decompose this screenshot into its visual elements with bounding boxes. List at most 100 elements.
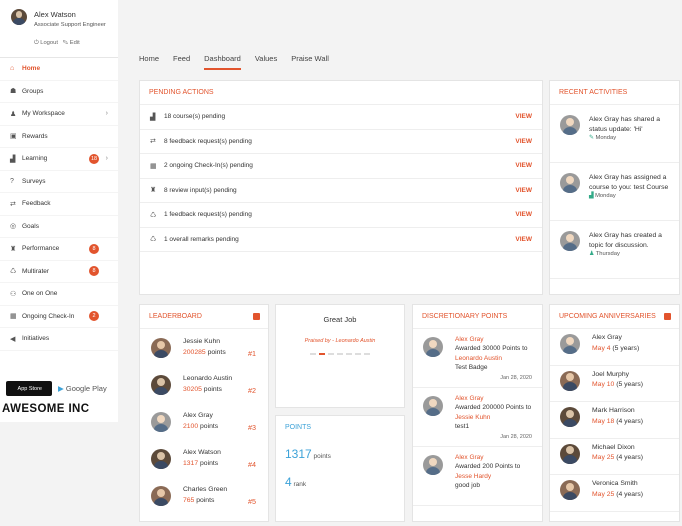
- activity-body: Alex Gray has shared a status update: 'H…: [589, 115, 671, 162]
- sidebar-item-groups[interactable]: ☗ Groups: [0, 81, 118, 103]
- anniversaries-list: Alex Gray May 4 (5 years) Joel Murphy May 1…: [550, 329, 679, 512]
- company-logo: AWESOME INC: [2, 403, 90, 415]
- anniversary-item: Veronica Smith May 25 (4 years): [550, 475, 679, 512]
- pending-action-text: 8 review input(s) pending: [164, 186, 237, 194]
- carousel-dot[interactable]: [310, 353, 316, 355]
- avatar[interactable]: [560, 231, 580, 251]
- anniversary-date-line: May 10 (5 years): [592, 380, 679, 391]
- google-play-button[interactable]: ▶ Google Play: [58, 384, 107, 393]
- pending-actions-title: PENDING ACTIONS: [140, 81, 542, 105]
- logout-link[interactable]: Logout: [40, 40, 58, 46]
- pending-action-text: 2 ongoing Check-In(s) pending: [164, 162, 253, 170]
- view-link[interactable]: VIEW: [515, 211, 532, 218]
- leader-name[interactable]: Charles Green: [183, 485, 268, 496]
- view-link[interactable]: VIEW: [515, 138, 532, 145]
- avatar[interactable]: [560, 370, 580, 391]
- view-link[interactable]: VIEW: [515, 236, 532, 243]
- external-link-icon[interactable]: [253, 313, 260, 320]
- anniversary-name[interactable]: Michael Dixon: [592, 443, 679, 454]
- avatar[interactable]: [423, 455, 443, 475]
- anniversary-name[interactable]: Alex Gray: [592, 333, 679, 344]
- sidebar-item-initiatives[interactable]: ◀ Initiatives: [0, 328, 118, 351]
- learning-icon: ▟: [150, 113, 156, 121]
- recent-activities-title: RECENT ACTIVITIES: [550, 81, 679, 105]
- home-icon: ⌂: [10, 65, 15, 73]
- activity-day: Thursday: [595, 251, 620, 258]
- sidebar-item-multirater[interactable]: ♺ Multirater 8: [0, 261, 118, 283]
- tab-feed[interactable]: Feed: [173, 54, 190, 70]
- receiver-name[interactable]: Jesse Hardy: [455, 473, 491, 480]
- anniversary-name[interactable]: Mark Harrison: [592, 406, 679, 417]
- sidebar-item-one-on-one[interactable]: ⚇ One on One: [0, 283, 118, 306]
- leader-name[interactable]: Alex Gray: [183, 411, 268, 422]
- anniversary-name[interactable]: Joel Murphy: [592, 370, 679, 381]
- sidebar-item-performance[interactable]: ♜ Performance 8: [0, 238, 118, 261]
- avatar[interactable]: [560, 407, 580, 427]
- avatar[interactable]: [423, 396, 443, 416]
- carousel-dot[interactable]: [328, 353, 334, 355]
- avatar[interactable]: [151, 338, 171, 358]
- anniversaries-card: UPCOMING ANNIVERSARIES Alex Gray May 4 (5…: [549, 304, 680, 522]
- recycle-icon: ♺: [150, 236, 157, 244]
- giver-name[interactable]: Alex Gray: [455, 335, 534, 344]
- external-link-icon[interactable]: [664, 313, 671, 320]
- carousel-dot[interactable]: [355, 353, 361, 355]
- avatar[interactable]: [560, 480, 580, 500]
- leader-points: 200285: [183, 348, 206, 356]
- leader-points: 2100: [183, 422, 199, 430]
- avatar[interactable]: [560, 173, 580, 193]
- app-store-button[interactable]: App Store: [6, 381, 52, 396]
- learning-icon: ▟: [589, 193, 594, 200]
- leader-name[interactable]: Alex Watson: [183, 448, 268, 459]
- carousel-dot[interactable]: [319, 353, 325, 355]
- avatar[interactable]: [560, 334, 580, 354]
- edit-link[interactable]: Edit: [70, 40, 80, 46]
- leaderboard-row: Alex Watson 1317 points #4: [140, 444, 268, 481]
- leader-name[interactable]: Jessie Kuhn: [183, 337, 268, 348]
- app-stores: App Store ▶ Google Play: [6, 381, 107, 396]
- sidebar-item-learning[interactable]: ▟ Learning 18 ›: [0, 148, 118, 171]
- view-link[interactable]: VIEW: [515, 162, 532, 169]
- tab-values[interactable]: Values: [255, 54, 277, 70]
- anniversary-name[interactable]: Veronica Smith: [592, 479, 679, 490]
- points-unit: points: [207, 348, 226, 356]
- sidebar-item-feedback[interactable]: ⇄ Feedback: [0, 193, 118, 216]
- tab-dashboard[interactable]: Dashboard: [204, 54, 241, 70]
- sidebar-item-home[interactable]: ⌂ Home: [0, 58, 118, 81]
- leaderboard-list: Jessie Kuhn 200285 points #1 Leonardo Austi…: [140, 329, 268, 518]
- sidebar-item-rewards[interactable]: ▣ Rewards: [0, 126, 118, 148]
- avatar[interactable]: [560, 115, 580, 135]
- discretionary-points-list: Alex Gray Awarded 30000 Points to Leonard…: [413, 329, 542, 506]
- giver-name[interactable]: Alex Gray: [455, 453, 534, 462]
- discretionary-item: Alex Gray Awarded 200 Points to Jesse Har…: [413, 447, 542, 506]
- carousel-dot[interactable]: [346, 353, 352, 355]
- leaderboard-row: Jessie Kuhn 200285 points #1: [140, 333, 268, 370]
- tab-praise-wall[interactable]: Praise Wall: [291, 54, 329, 70]
- carousel-dot[interactable]: [337, 353, 343, 355]
- activity-day-line: ▟ Monday: [589, 192, 671, 200]
- giver-name[interactable]: Alex Gray: [455, 394, 534, 403]
- sidebar-item-my-workspace[interactable]: ♟ My Workspace ›: [0, 103, 118, 126]
- receiver-name[interactable]: Leonardo Austin: [455, 355, 502, 362]
- view-link[interactable]: VIEW: [515, 113, 532, 120]
- user-avatar[interactable]: [11, 9, 27, 25]
- tab-home[interactable]: Home: [139, 54, 159, 70]
- sidebar-item-surveys[interactable]: ? Surveys: [0, 171, 118, 193]
- leader-name[interactable]: Leonardo Austin: [183, 374, 268, 385]
- carousel-dot[interactable]: [364, 353, 370, 355]
- avatar[interactable]: [151, 375, 171, 395]
- avatar[interactable]: [151, 486, 171, 506]
- avatar[interactable]: [560, 443, 580, 464]
- sidebar-item-label: Rewards: [22, 132, 48, 140]
- view-link[interactable]: VIEW: [515, 187, 532, 194]
- receiver-name[interactable]: Jessie Kuhn: [455, 414, 490, 421]
- avatar[interactable]: [151, 412, 171, 432]
- pending-action-text: 8 feedback request(s) pending: [164, 137, 252, 145]
- leader-rank: #3: [248, 423, 256, 432]
- avatar[interactable]: [423, 337, 443, 357]
- sidebar-item-goals[interactable]: ◎ Goals: [0, 216, 118, 238]
- sidebar-item-label: Ongoing Check-In: [22, 312, 75, 320]
- award-date: Jan 28, 2020: [500, 375, 532, 382]
- avatar[interactable]: [151, 449, 171, 469]
- sidebar-item-ongoing-check-in[interactable]: ▦ Ongoing Check-In 2: [0, 306, 118, 328]
